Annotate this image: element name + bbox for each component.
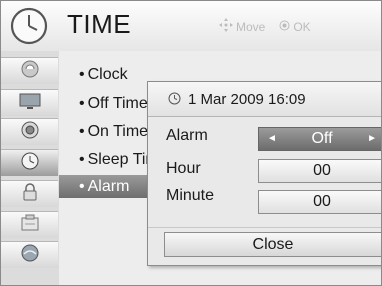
screen-icon <box>19 92 41 115</box>
lock-icon <box>22 182 38 207</box>
minute-field[interactable]: 00 <box>258 190 381 214</box>
sidebar-item-screen[interactable] <box>1 89 58 116</box>
time-icon <box>20 151 40 176</box>
bullet-icon: • <box>79 95 85 112</box>
hint-move-label: Move <box>236 19 266 34</box>
list-item-clock[interactable]: • Clock <box>79 66 128 84</box>
navigation-hint: Move OK <box>219 18 311 35</box>
close-button[interactable]: Close <box>164 232 381 257</box>
hour-value: 00 <box>313 162 331 179</box>
move-arrows-icon <box>219 18 233 35</box>
page-title: TIME <box>67 9 132 39</box>
hour-field[interactable]: 00 <box>258 159 381 183</box>
hint-ok-label: OK <box>293 19 311 34</box>
list-item-label: Off Time <box>87 95 148 112</box>
sidebar-item-time[interactable] <box>1 149 58 176</box>
current-datetime: 1 Mar 2009 16:09 <box>188 91 306 108</box>
minute-label: Minute <box>166 187 215 204</box>
list-item-off-time[interactable]: • Off Time <box>79 95 148 113</box>
time-menu-window: TIME Move OK • Clock • Off Time • On Tim… <box>0 0 382 286</box>
option-icon <box>20 214 40 237</box>
list-item-label: On Time <box>87 123 149 140</box>
sidebar-item-lock[interactable] <box>1 180 58 207</box>
popup-header: 1 Mar 2009 16:09 <box>148 82 381 117</box>
list-item-label: Clock <box>87 66 128 83</box>
hour-label: Hour <box>166 160 201 177</box>
clock-icon <box>9 6 49 51</box>
sidebar-item-option[interactable] <box>1 211 58 238</box>
menu-header: TIME Move OK <box>1 1 381 51</box>
network-icon <box>20 243 40 268</box>
alarm-selector[interactable]: ◄ Off ► <box>258 127 381 151</box>
picture-icon <box>20 59 40 84</box>
left-arrow-icon[interactable]: ◄ <box>267 128 277 150</box>
category-sidebar <box>1 51 60 285</box>
alarm-popup: 1 Mar 2009 16:09 Alarm ◄ Off ► Hour 00 M… <box>147 81 381 266</box>
list-item-label: Alarm <box>87 178 130 195</box>
sidebar-item-audio[interactable] <box>1 118 58 145</box>
divider <box>148 227 381 228</box>
bullet-icon: • <box>79 151 85 168</box>
bullet-icon: • <box>79 66 85 83</box>
bullet-icon: • <box>79 178 85 195</box>
minute-value: 00 <box>313 193 331 210</box>
sidebar-item-picture[interactable] <box>1 57 58 84</box>
alarm-value: Off <box>311 130 333 147</box>
clock-small-icon <box>168 92 181 110</box>
right-arrow-icon[interactable]: ► <box>367 128 377 150</box>
bullet-icon: • <box>79 123 85 140</box>
ok-button-icon <box>279 20 290 34</box>
audio-icon <box>20 120 40 145</box>
sidebar-item-network[interactable] <box>1 241 58 268</box>
alarm-label: Alarm <box>166 127 208 144</box>
list-item-on-time[interactable]: • On Time <box>79 123 148 141</box>
